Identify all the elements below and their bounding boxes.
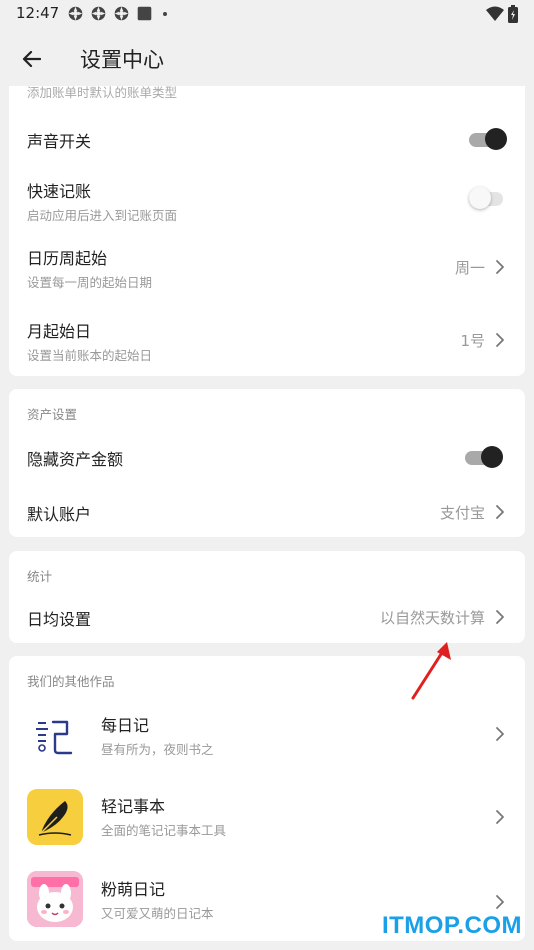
battery-icon	[508, 5, 518, 23]
gear-icon	[68, 6, 83, 21]
system-icons	[486, 5, 518, 23]
month-start-value: 1号	[460, 332, 485, 350]
more-dot-icon	[163, 11, 167, 16]
stats-settings-card: 统计 日均设置 以自然天数计算	[9, 551, 525, 643]
ledger-settings-card: 添加账单时默认的账单类型 声音开关 快速记账 启动应用后进入到记账页面 日历周起…	[9, 86, 525, 376]
asset-settings-card: 资产设置 隐藏资产金额 默认账户 支付宝	[9, 389, 525, 537]
cute-rabbit-icon	[27, 871, 83, 927]
daily-average-label: 日均设置	[27, 610, 92, 629]
daily-average-row[interactable]: 日均设置 以自然天数计算	[9, 595, 525, 639]
week-start-subtitle: 设置每一周的起始日期	[27, 275, 153, 290]
app-title: 轻记事本	[101, 797, 166, 816]
back-button[interactable]	[16, 44, 46, 74]
chevron-right-icon	[496, 333, 504, 347]
chevron-right-icon	[496, 610, 504, 624]
feather-icon	[27, 789, 83, 845]
app-title: 粉萌日记	[101, 880, 166, 899]
daily-average-value: 以自然天数计算	[379, 609, 485, 627]
annotation-arrow-icon	[411, 642, 451, 700]
apps-section-label: 我们的其他作品	[27, 674, 115, 689]
hide-amount-toggle[interactable]	[465, 445, 503, 469]
chevron-right-icon	[496, 810, 504, 824]
month-start-label: 月起始日	[27, 322, 92, 341]
quick-record-row[interactable]: 快速记账 启动应用后进入到记账页面	[9, 171, 525, 231]
app-title: 每日记	[101, 716, 150, 735]
app-subtitle: 昼有所为，夜则书之	[101, 742, 214, 757]
status-bar: 12:47	[0, 0, 534, 28]
quick-record-toggle[interactable]	[469, 186, 507, 210]
arrow-left-icon	[22, 50, 41, 68]
sound-switch-row[interactable]: 声音开关	[9, 114, 525, 164]
hide-amount-label: 隐藏资产金额	[27, 450, 124, 469]
week-start-value: 周一	[454, 259, 485, 277]
wifi-icon	[486, 6, 504, 21]
chevron-right-icon	[496, 505, 504, 519]
square-icon	[137, 6, 152, 21]
gear-icon	[91, 6, 106, 21]
toolbar: 设置中心	[0, 28, 534, 88]
app-subtitle: 又可爱又萌的日记本	[101, 906, 214, 921]
notification-icons	[67, 5, 167, 22]
sound-switch-label: 声音开关	[27, 132, 92, 151]
month-start-subtitle: 设置当前账本的起始日	[27, 348, 153, 363]
quick-record-label: 快速记账	[27, 182, 92, 201]
default-account-label: 默认账户	[27, 505, 92, 524]
sound-switch-toggle[interactable]	[469, 127, 507, 151]
quick-record-subtitle: 启动应用后进入到记账页面	[27, 208, 178, 223]
week-start-label: 日历周起始	[27, 249, 108, 268]
asset-section-label: 资产设置	[27, 407, 78, 422]
app-subtitle: 全面的笔记记事本工具	[101, 823, 227, 838]
chevron-right-icon	[496, 895, 504, 909]
page-title: 设置中心	[80, 48, 164, 72]
hide-amount-row[interactable]: 隐藏资产金额	[9, 434, 525, 479]
default-account-value: 支付宝	[439, 504, 485, 522]
chevron-right-icon	[496, 727, 504, 741]
diary-ji-icon	[27, 706, 83, 762]
default-bill-type-subtitle: 添加账单时默认的账单类型	[27, 86, 178, 100]
app-item-qingji[interactable]: 轻记事本 全面的笔记记事本工具	[9, 784, 525, 852]
app-item-meirji[interactable]: 每日记 昼有所为，夜则书之	[9, 702, 525, 768]
watermark: ITMOP.COM	[381, 912, 522, 939]
week-start-row[interactable]: 日历周起始 设置每一周的起始日期 周一	[9, 238, 525, 298]
stats-section-label: 统计	[27, 569, 53, 584]
gear-icon	[114, 6, 129, 21]
status-time: 12:47	[16, 4, 60, 22]
chevron-right-icon	[496, 260, 504, 274]
month-start-row[interactable]: 月起始日 设置当前账本的起始日 1号	[9, 311, 525, 371]
default-account-row[interactable]: 默认账户 支付宝	[9, 487, 525, 535]
